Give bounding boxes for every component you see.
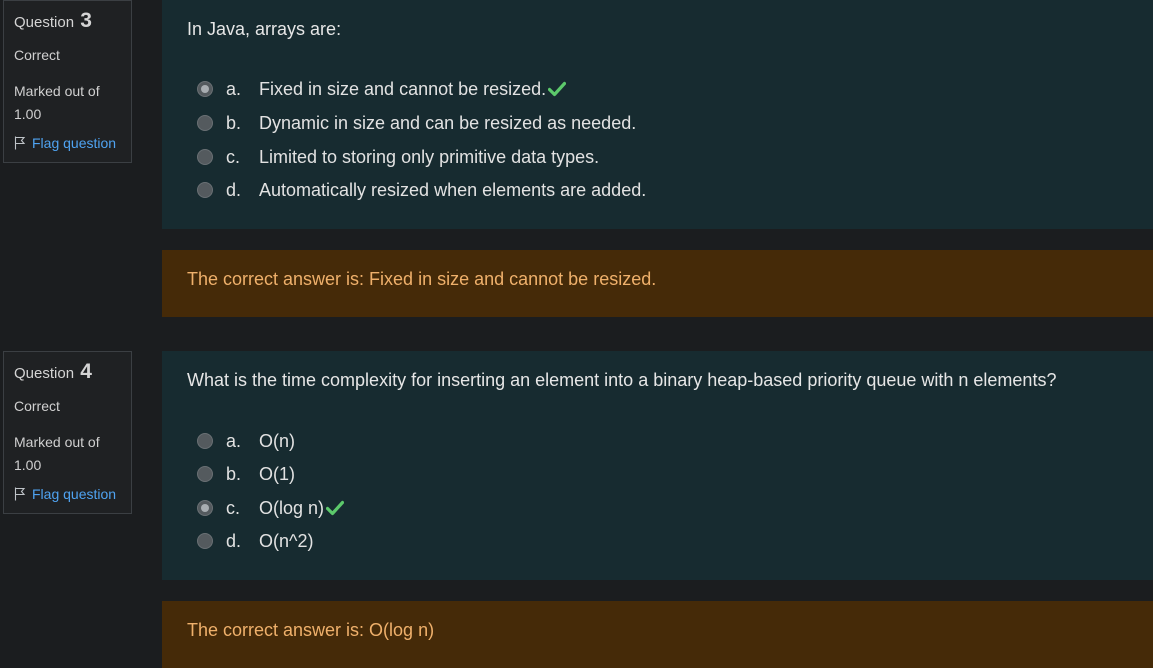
answer-letter: c.: [226, 146, 241, 167]
answer-text: Automatically resized when elements are …: [259, 179, 647, 200]
answer-option-c[interactable]: c. Limited to storing only primitive dat…: [197, 142, 599, 172]
flag-icon: [14, 487, 26, 501]
question-title: Question 4: [14, 360, 92, 383]
answer-letter: b.: [226, 463, 242, 484]
radio-button[interactable]: [197, 466, 213, 482]
answer-text: O(n): [259, 430, 295, 451]
question-state: Correct: [14, 47, 60, 63]
question-title: Question 3: [14, 9, 92, 32]
radio-button[interactable]: [197, 533, 213, 549]
flag-question-link[interactable]: Flag question: [14, 486, 116, 502]
answer-letter: c.: [226, 497, 241, 518]
question-info-panel: Question 3 Correct Marked out of 1.00 Fl…: [3, 0, 132, 163]
answer-letter: d.: [226, 179, 242, 200]
checkmark-icon: [326, 500, 345, 516]
flag-icon: [14, 136, 26, 150]
flag-question-label: Flag question: [32, 486, 117, 502]
question-grade: Marked out of 1.00: [14, 83, 100, 122]
flag-question-label: Flag question: [32, 135, 117, 151]
question-state: Correct: [14, 398, 60, 414]
answer-option-b[interactable]: b. O(1): [197, 459, 295, 489]
answer-text: Limited to storing only primitive data t…: [259, 146, 600, 167]
answer-option-b[interactable]: b. Dynamic in size and can be resized as…: [197, 108, 636, 138]
answer-letter: a.: [226, 430, 242, 451]
correct-answer-feedback: The correct answer is: O(log n): [187, 620, 435, 640]
answer-option-a[interactable]: a. O(n): [197, 426, 295, 456]
radio-button[interactable]: [197, 433, 213, 449]
question-text: What is the time complexity for insertin…: [187, 370, 1057, 390]
answer-text: O(log n): [259, 497, 325, 518]
answer-option-d[interactable]: d. Automatically resized when elements a…: [197, 175, 646, 205]
checkmark-icon: [548, 81, 567, 97]
answer-letter: a.: [226, 78, 242, 99]
answer-option-a[interactable]: a. Fixed in size and cannot be resized.: [197, 74, 567, 104]
question-number: 3: [80, 9, 92, 32]
question-number: 4: [80, 360, 92, 383]
question-info-panel: Question 4 Correct Marked out of 1.00 Fl…: [3, 351, 132, 514]
answer-text: Dynamic in size and can be resized as ne…: [259, 112, 637, 133]
answer-text: Fixed in size and cannot be resized.: [259, 78, 547, 99]
question-text: In Java, arrays are:: [187, 19, 342, 39]
feedback-panel: The correct answer is: O(log n): [162, 601, 1153, 668]
radio-button[interactable]: [197, 182, 213, 198]
answer-option-c[interactable]: c. O(log n): [197, 493, 345, 523]
radio-button[interactable]: [197, 115, 213, 131]
flag-question-link[interactable]: Flag question: [14, 135, 116, 151]
feedback-panel: The correct answer is: Fixed in size and…: [162, 250, 1153, 317]
question-content: In Java, arrays are: a. Fixed in size an…: [162, 0, 1153, 229]
answer-text: O(1): [259, 463, 295, 484]
question-content: What is the time complexity for insertin…: [162, 351, 1153, 580]
correct-answer-feedback: The correct answer is: Fixed in size and…: [187, 269, 657, 289]
answer-letter: d.: [226, 530, 242, 551]
answer-letter: b.: [226, 112, 242, 133]
radio-button[interactable]: [197, 149, 213, 165]
radio-button[interactable]: [197, 81, 213, 97]
question-grade: Marked out of 1.00: [14, 434, 100, 473]
radio-button[interactable]: [197, 500, 213, 516]
answer-option-d[interactable]: d. O(n^2): [197, 526, 313, 556]
answer-text: O(n^2): [259, 530, 314, 551]
